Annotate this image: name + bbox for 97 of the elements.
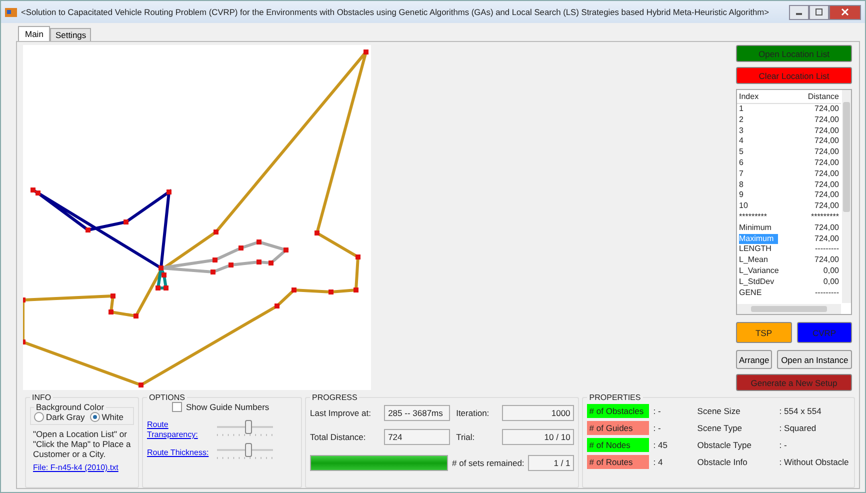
group-title: PROPERTIES [588, 393, 642, 402]
list-item[interactable]: 7 [739, 168, 815, 180]
column-header[interactable]: Distance [808, 92, 839, 101]
list-value: 724,00 [814, 126, 839, 136]
group-title: OPTIONS [148, 393, 186, 402]
field-label: Iteration: [456, 408, 490, 418]
maximize-icon [814, 8, 824, 16]
slider-link[interactable]: Route Thickness: [147, 448, 209, 458]
list-value: 724,00 [814, 147, 839, 158]
hint-text: "Open a Location List" or "Click the Map" to Place a Customer or a City. [33, 429, 132, 459]
count-value: : 4 [653, 457, 664, 467]
action-button[interactable]: Arrange [736, 350, 772, 369]
tab[interactable]: Settings [50, 28, 92, 41]
list-item[interactable]: 9 [739, 190, 815, 202]
list-item[interactable]: ********* [739, 212, 811, 223]
count-value: : - [653, 423, 662, 433]
list-item[interactable]: 10 [739, 201, 815, 212]
minimize-button[interactable] [789, 4, 809, 20]
list-item[interactable]: 4 [739, 136, 815, 148]
slider-thumb[interactable] [244, 443, 252, 457]
property-value: : Squared [779, 423, 818, 433]
list-item[interactable]: GENE [739, 288, 816, 298]
field-label: Trial: [456, 432, 476, 442]
count-value: : 45 [653, 440, 668, 450]
close-button[interactable] [829, 4, 861, 20]
count-label: # of Obstacles [587, 404, 650, 418]
list-value: 724,00 [814, 222, 839, 234]
group-title: PROGRESS [311, 393, 358, 402]
list-value: --------- [815, 244, 839, 256]
property-value: : Without Obstacle [779, 457, 850, 467]
list-value: 724,00 [814, 114, 839, 126]
close-icon [840, 8, 850, 16]
horizontal-scrollbar[interactable] [737, 304, 841, 314]
list-value: 724,00 [814, 136, 839, 148]
list-value: 724,00 [814, 180, 839, 190]
count-label: # of Routes [587, 455, 650, 469]
slider-thumb[interactable] [244, 420, 252, 434]
list-value: 724,00 [814, 168, 839, 180]
property-label: Scene Size [697, 406, 742, 416]
property-value: : 554 x 554 [779, 406, 822, 416]
list-item[interactable]: 2 [739, 114, 815, 126]
column-header[interactable]: Index [739, 92, 808, 101]
property-label: Obstacle Type [697, 440, 752, 450]
checkbox[interactable] [172, 402, 182, 412]
radio-button[interactable] [34, 412, 44, 422]
field-label: Last Improve at: [310, 408, 372, 418]
tab[interactable]: Main [18, 26, 50, 41]
list-value: 724,00 [814, 158, 839, 169]
maximize-button[interactable] [809, 4, 829, 20]
field-label: # of sets remained: [452, 458, 524, 468]
radio-button[interactable] [90, 412, 100, 422]
list-value: 724,00 [814, 201, 839, 212]
app-icon [5, 6, 17, 18]
last-improve-field: 285 -- 3687ms [384, 405, 450, 421]
group-title: INFO [31, 393, 52, 402]
color-button[interactable]: Clear Location List [736, 67, 852, 84]
list-value: 0,00 [823, 266, 839, 277]
slider-link[interactable]: Route Transparency: [147, 420, 209, 440]
sets-field: 1 / 1 [528, 455, 574, 471]
list-item[interactable]: LENGTH [739, 244, 816, 256]
list-value: 724,00 [814, 234, 839, 244]
action-button[interactable]: Open an Instance [777, 350, 852, 369]
file-link[interactable]: File: F-n45-k4 (2010).txt [33, 463, 118, 472]
trial-field: 10 / 10 [502, 429, 574, 445]
group-title: Background Color [35, 402, 106, 412]
list-value: 724,00 [814, 190, 839, 202]
total-distance-field: 724 [384, 429, 450, 445]
radio-label: Dark Gray [46, 412, 85, 422]
field-label: Total Distance: [310, 432, 367, 442]
list-item[interactable]: L_Variance [739, 266, 824, 277]
property-label: Obstacle Info [697, 457, 748, 467]
property-label: Scene Type [697, 423, 744, 433]
list-value: 724,00 [814, 104, 839, 115]
count-label: # of Nodes [587, 438, 650, 452]
list-item[interactable]: 3 [739, 126, 815, 136]
count-label: # of Guides [587, 421, 650, 435]
count-value: : - [653, 406, 662, 416]
radio-option[interactable]: Dark Gray [34, 412, 85, 422]
list-item[interactable]: 5 [739, 147, 815, 158]
list-item[interactable]: 8 [739, 180, 815, 190]
mode-button[interactable]: TSP [736, 322, 792, 343]
property-value: : - [779, 440, 788, 450]
list-value: ********* [810, 212, 839, 223]
list-item[interactable]: L_StdDev [739, 276, 824, 288]
window-title: <Solution to Capacitated Vehicle Routing Problem (CVRP) for the Environments with Obstacles using Genetic Algorithms (GAs) and Local Search (LS) Strategies based Hybrid Meta-Heuristic Algorithm> [21, 7, 770, 17]
radio-label: White [102, 412, 124, 422]
iteration-field: 1000 [502, 405, 574, 421]
radio-option[interactable]: White [90, 412, 124, 422]
checkbox-label: Show Guide Numbers [186, 402, 270, 412]
list-item[interactable]: 1 [739, 104, 815, 115]
list-item[interactable]: L_Mean [739, 255, 815, 266]
list-value: --------- [815, 288, 839, 298]
list-value: 724,00 [814, 255, 839, 266]
list-item[interactable]: Minimum [739, 222, 815, 234]
list-item[interactable]: 6 [739, 158, 815, 169]
list-value: 0,00 [823, 276, 839, 288]
vertical-scrollbar[interactable] [842, 90, 851, 303]
